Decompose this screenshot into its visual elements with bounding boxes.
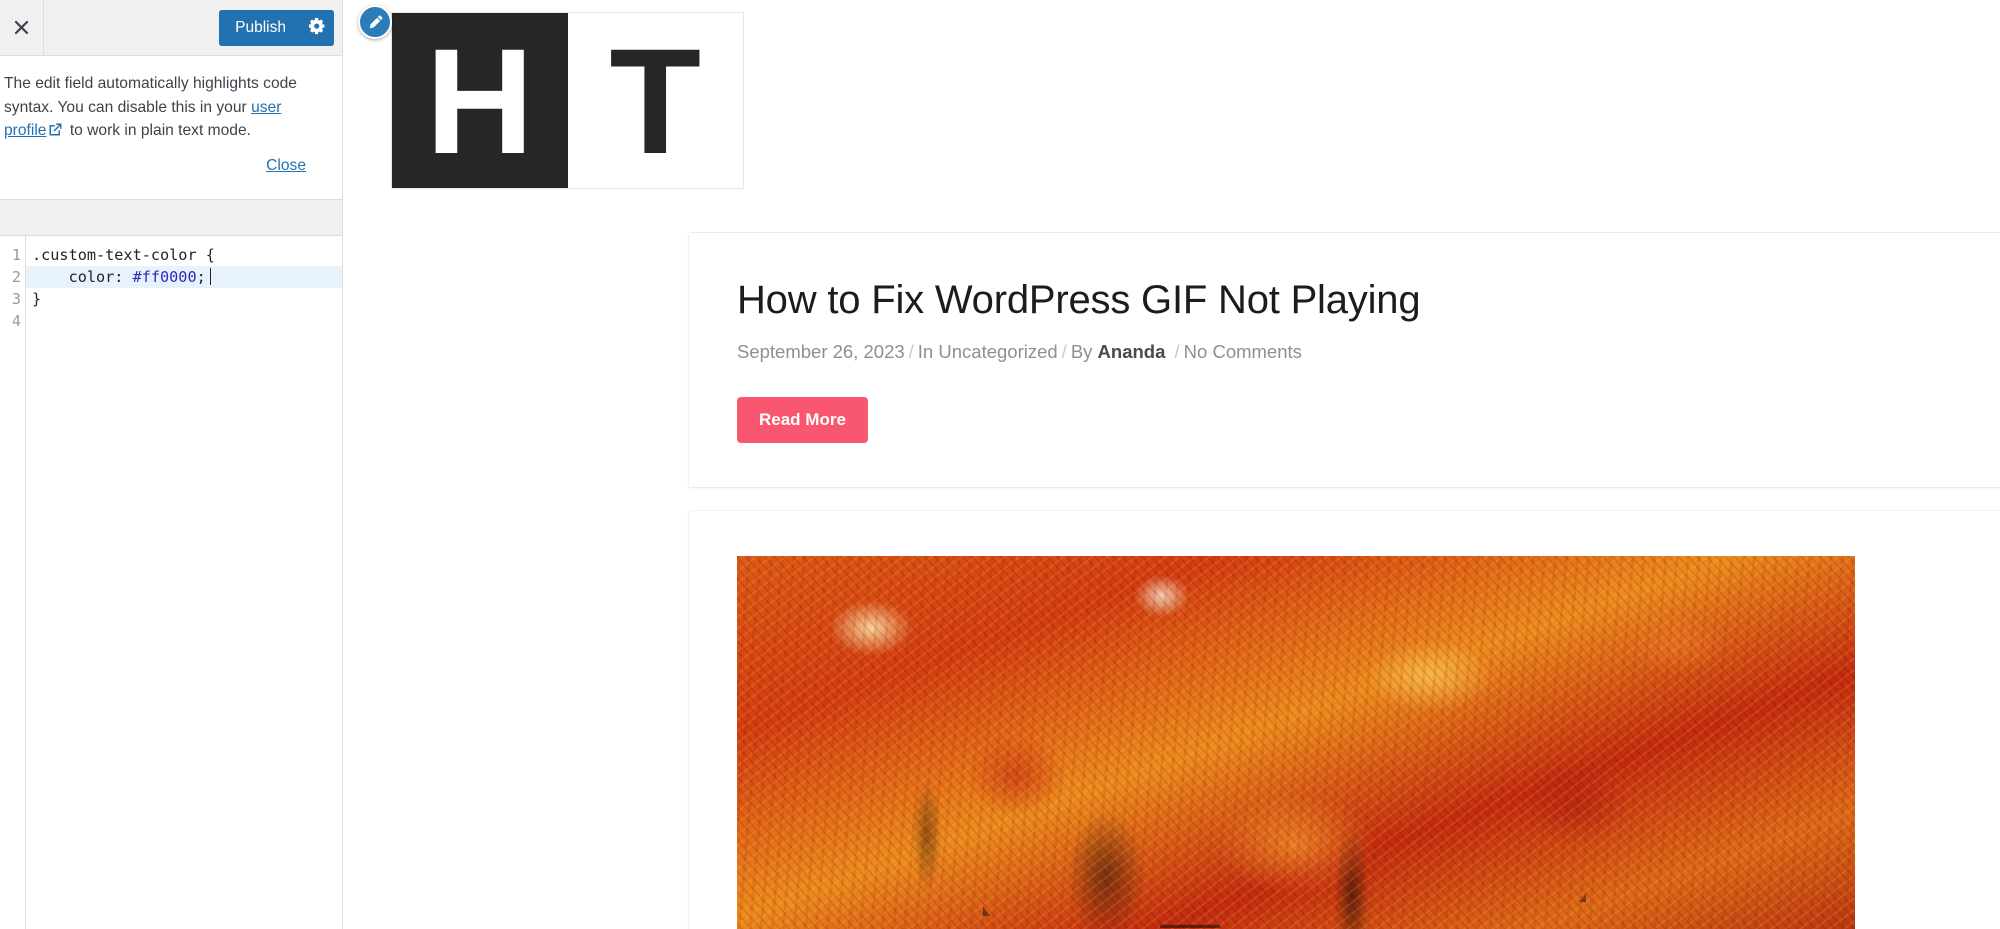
post-category[interactable]: Uncategorized (938, 341, 1057, 362)
customizer-header: Publish (0, 0, 342, 56)
post-by-prefix: By (1070, 341, 1093, 362)
meta-separator: / (908, 341, 914, 362)
publish-settings-button[interactable] (300, 9, 334, 46)
code-line[interactable] (26, 310, 342, 332)
notice-text: The edit field automatically highlights … (2, 72, 324, 145)
meta-separator: / (1174, 341, 1180, 362)
site-logo[interactable]: H T (391, 12, 744, 189)
text-caret (209, 268, 211, 286)
code-token-property: color: (32, 268, 133, 287)
code-editor-panel: 1 2 3 4 .custom-text-color { color: #ff0… (0, 200, 342, 929)
autumn-foliage-image (737, 556, 1855, 929)
publish-button[interactable]: Publish (219, 9, 300, 46)
post-category-prefix: In (917, 341, 934, 362)
pencil-edit-icon[interactable] (358, 5, 392, 39)
logo-letter-h: H (392, 13, 568, 188)
customizer-app: Publish The edit field automatically hig… (0, 0, 2000, 929)
post-meta: September 26, 2023/In Uncategorized / By A… (737, 341, 2000, 363)
code-line[interactable]: } (26, 288, 342, 310)
post-date: September 26, 2023 (737, 341, 905, 362)
post-title[interactable]: How to Fix WordPress GIF Not Playing (737, 277, 2000, 323)
code-text-area[interactable]: .custom-text-color { color: #ff0000; } (26, 236, 342, 929)
close-x-icon (13, 19, 30, 36)
line-number-gutter: 1 2 3 4 (0, 236, 26, 929)
notice-text-part2: to work in plain text mode. (65, 122, 251, 140)
line-number: 1 (11, 246, 21, 265)
meta-separator: / (1061, 341, 1067, 362)
close-customizer-button[interactable] (0, 0, 44, 55)
line-number: 4 (11, 312, 21, 331)
code-editor[interactable]: 1 2 3 4 .custom-text-color { color: #ff0… (0, 236, 342, 929)
code-line-active[interactable]: color: #ff0000; (26, 266, 342, 289)
gear-icon (308, 17, 326, 38)
site-preview: H T How to Fix WordPress GIF Not Playing… (343, 0, 2000, 929)
post-comments[interactable]: No Comments (1184, 341, 1302, 362)
read-more-button[interactable]: Read More (737, 397, 868, 443)
post-card-secondary (688, 510, 2000, 929)
line-number: 3 (11, 290, 21, 309)
post-author[interactable]: Ananda (1098, 341, 1166, 362)
post-card: How to Fix WordPress GIF Not Playing Sep… (688, 232, 2000, 488)
syntax-highlight-notice: The edit field automatically highlights … (0, 56, 342, 201)
notice-close-row: Close (2, 145, 324, 189)
line-number: 2 (11, 268, 21, 287)
code-line[interactable]: .custom-text-color { (26, 244, 342, 266)
code-editor-toolbar (0, 200, 342, 237)
logo-letter-t: T (567, 13, 743, 188)
code-token-suffix: ; (196, 268, 206, 287)
code-token-value: #ff0000 (132, 268, 197, 287)
customizer-sidebar: Publish The edit field automatically hig… (0, 0, 343, 929)
logo-section: H T (343, 0, 2000, 232)
notice-close-link[interactable]: Close (266, 157, 306, 174)
publish-button-group: Publish (219, 9, 334, 46)
external-link-icon (48, 121, 63, 145)
